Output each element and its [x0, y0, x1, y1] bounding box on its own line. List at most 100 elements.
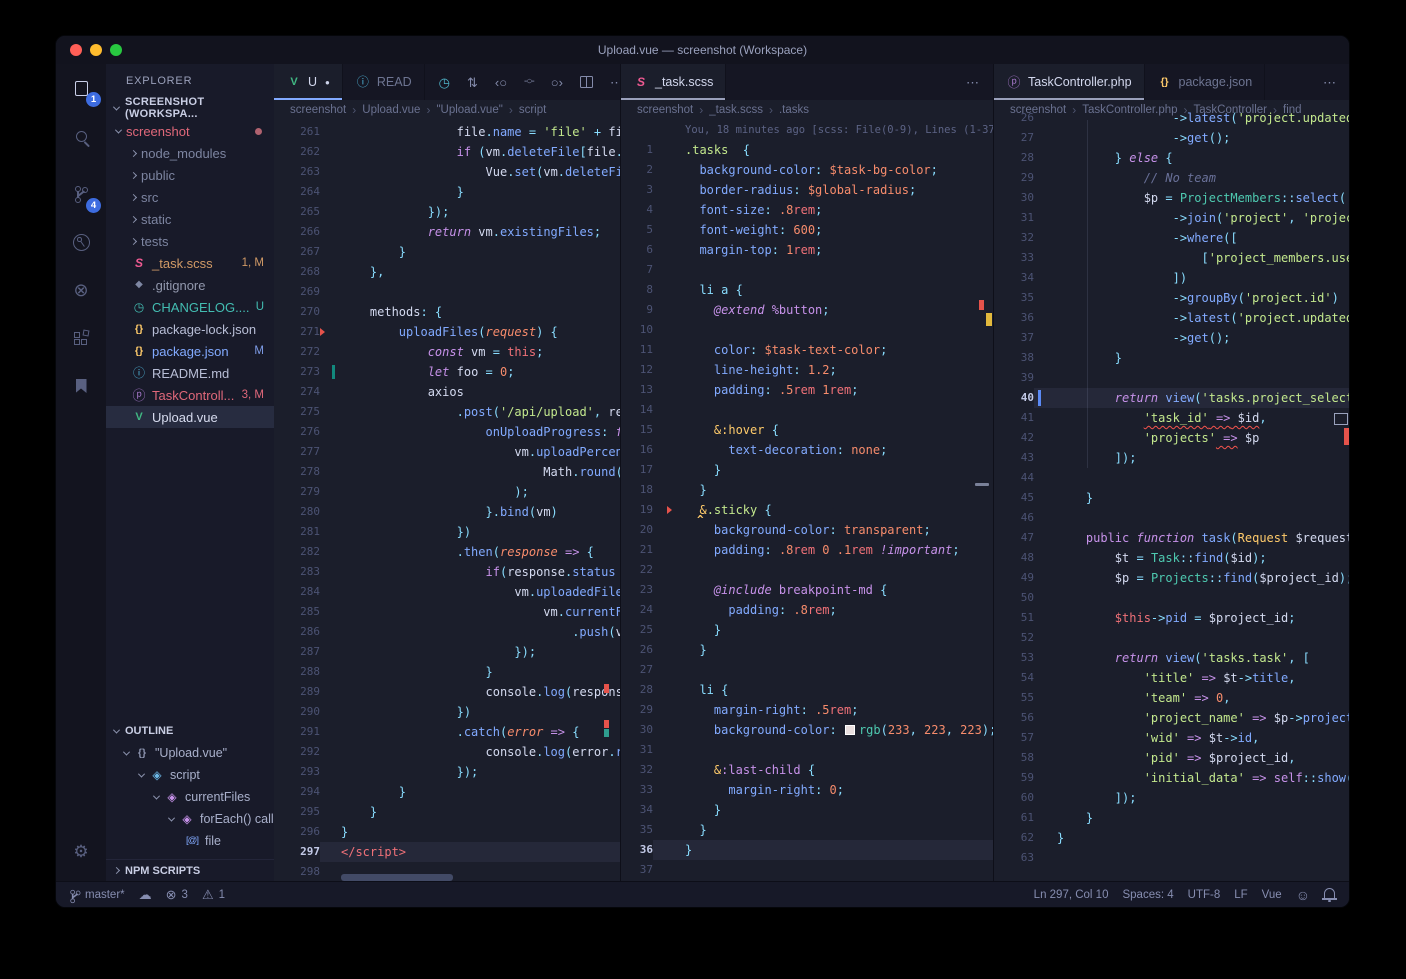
code-line-15[interactable]: 15 &:hover {	[621, 420, 993, 440]
activity-explorer[interactable]: 1	[56, 64, 106, 112]
title-bar[interactable]: Upload.vue — screenshot (Workspace)	[56, 36, 1349, 64]
code-line-39[interactable]: 39	[994, 368, 1349, 388]
code-line-279[interactable]: 279 );	[274, 482, 620, 502]
outline-item-script[interactable]: ◈ script	[106, 764, 274, 786]
line-number[interactable]: 293	[274, 762, 320, 782]
activity-bookmarks[interactable]	[56, 362, 106, 410]
line-number[interactable]: 27	[621, 660, 653, 680]
code-line-36[interactable]: 36}	[621, 840, 993, 860]
tree-item-screenshot[interactable]: screenshot	[106, 120, 274, 142]
tree-item-package.json[interactable]: {} package.json M	[106, 340, 274, 362]
line-number[interactable]: 267	[274, 242, 320, 262]
tree-item-package-lock.json[interactable]: {} package-lock.json	[106, 318, 274, 340]
code-line-287[interactable]: 287 });	[274, 642, 620, 662]
line-number[interactable]: 280	[274, 502, 320, 522]
tree-item-_task.scss[interactable]: S _task.scss 1, M	[106, 252, 274, 274]
code-line-295[interactable]: 295 }	[274, 802, 620, 822]
line-number[interactable]: 261	[274, 122, 320, 142]
activity-gitlens[interactable]	[56, 218, 106, 266]
tree-item-static[interactable]: static	[106, 208, 274, 230]
line-number[interactable]: 43	[994, 448, 1034, 468]
code-line-33[interactable]: 33 ['project_members.user	[994, 248, 1349, 268]
status-errors[interactable]: ⊗ 3	[166, 888, 188, 901]
tab-READ[interactable]: ⓘ READ	[343, 64, 425, 100]
status-branch[interactable]: master*	[70, 888, 125, 903]
breadcrumb[interactable]: screenshot › _task.scss › .tasks	[621, 100, 993, 120]
line-number[interactable]: 33	[621, 780, 653, 800]
line-number[interactable]: 265	[274, 202, 320, 222]
code-line-60[interactable]: 60 ]);	[994, 788, 1349, 808]
line-number[interactable]: 4	[621, 200, 653, 220]
code-line-26[interactable]: 26 }	[621, 640, 993, 660]
tab-TaskController.php[interactable]: ⓟ TaskController.php	[994, 64, 1145, 100]
code-line-17[interactable]: 17 }	[621, 460, 993, 480]
breadcrumb[interactable]: screenshot › Upload.vue › "Upload.vue" › scrip…	[274, 100, 620, 120]
line-number[interactable]: 36	[994, 308, 1034, 328]
status-cursor-position[interactable]: Ln 297, Col 10	[1034, 889, 1109, 901]
code-line-42[interactable]: 42 'projects' => $p	[994, 428, 1349, 448]
line-number[interactable]: 54	[994, 668, 1034, 688]
code-line-48[interactable]: 48 $t = Task::find($id);	[994, 548, 1349, 568]
line-number[interactable]: 34	[994, 268, 1034, 288]
line-number[interactable]: 288	[274, 662, 320, 682]
code-line-18[interactable]: 18 }	[621, 480, 993, 500]
code-line-37[interactable]: 37	[621, 860, 993, 880]
line-number[interactable]: 2	[621, 160, 653, 180]
status-language-mode[interactable]: Vue	[1262, 889, 1282, 901]
line-number[interactable]: 28	[621, 680, 653, 700]
line-number[interactable]: 264	[274, 182, 320, 202]
code-line-53[interactable]: 53 return view('tasks.task', [	[994, 648, 1349, 668]
minimize-button[interactable]	[90, 44, 102, 56]
tab-U[interactable]: V U ●	[274, 64, 343, 100]
code-line-52[interactable]: 52	[994, 628, 1349, 648]
code-line-35[interactable]: 35 ->groupBy('project.id')	[994, 288, 1349, 308]
code-line-58[interactable]: 58 'pid' => $project_id,	[994, 748, 1349, 768]
line-number[interactable]: 62	[994, 828, 1034, 848]
code-line-32[interactable]: 32 ->where([	[994, 228, 1349, 248]
code-line-277[interactable]: 277 vm.uploadPercenta	[274, 442, 620, 462]
code-line-8[interactable]: 8 li a {	[621, 280, 993, 300]
line-number[interactable]: 22	[621, 560, 653, 580]
horizontal-scrollbar[interactable]	[341, 874, 453, 881]
code-line-265[interactable]: 265 });	[274, 202, 620, 222]
line-number[interactable]: 30	[621, 720, 653, 740]
code-line-61[interactable]: 61 }	[994, 808, 1349, 828]
code-line-22[interactable]: 22	[621, 560, 993, 580]
code-line-28[interactable]: 28 } else {	[994, 148, 1349, 168]
line-number[interactable]: 48	[994, 548, 1034, 568]
activity-source-control[interactable]: 4	[56, 170, 106, 218]
code-line-273[interactable]: 273 let foo = 0;	[274, 362, 620, 382]
line-number[interactable]: 282	[274, 542, 320, 562]
line-number[interactable]: 23	[621, 580, 653, 600]
status-feedback[interactable]: ☺	[1296, 888, 1310, 902]
code-line-36[interactable]: 36 ->latest('project.updated	[994, 308, 1349, 328]
line-number[interactable]: 262	[274, 142, 320, 162]
status-indentation[interactable]: Spaces: 4	[1122, 889, 1173, 901]
action-more[interactable]: ⋯	[1323, 76, 1336, 89]
line-number[interactable]: 52	[994, 628, 1034, 648]
action-open-change[interactable]: -○-	[524, 77, 535, 87]
code-line-270[interactable]: 270 methods: {	[274, 302, 620, 322]
code-line-286[interactable]: 286 .push(vm	[274, 622, 620, 642]
tab-_task.scss[interactable]: S _task.scss	[621, 64, 727, 100]
code-line-40[interactable]: 40 return view('tasks.project_select	[994, 388, 1349, 408]
line-number[interactable]: 14	[621, 400, 653, 420]
line-number[interactable]: 38	[994, 348, 1034, 368]
line-number[interactable]: 1	[621, 140, 653, 160]
line-number[interactable]: 284	[274, 582, 320, 602]
activity-search[interactable]	[56, 112, 106, 160]
tab-package.json[interactable]: {} package.json	[1145, 64, 1266, 100]
code-line-13[interactable]: 13 padding: .5rem 1rem;	[621, 380, 993, 400]
status-notifications[interactable]	[1322, 888, 1337, 903]
action-compare[interactable]: ⇅	[467, 76, 478, 89]
code-line-31[interactable]: 31	[621, 740, 993, 760]
line-number[interactable]: 19	[621, 500, 653, 520]
line-number[interactable]: 41	[994, 408, 1034, 428]
line-number[interactable]: 9	[621, 300, 653, 320]
code-line-289[interactable]: 289 console.log(response	[274, 682, 620, 702]
tree-item-README.md[interactable]: ⓘ README.md	[106, 362, 274, 384]
line-number[interactable]: 63	[994, 848, 1034, 868]
code-line-44[interactable]: 44	[994, 468, 1349, 488]
action-split[interactable]	[579, 76, 593, 88]
code-line-29[interactable]: 29 // No team	[994, 168, 1349, 188]
